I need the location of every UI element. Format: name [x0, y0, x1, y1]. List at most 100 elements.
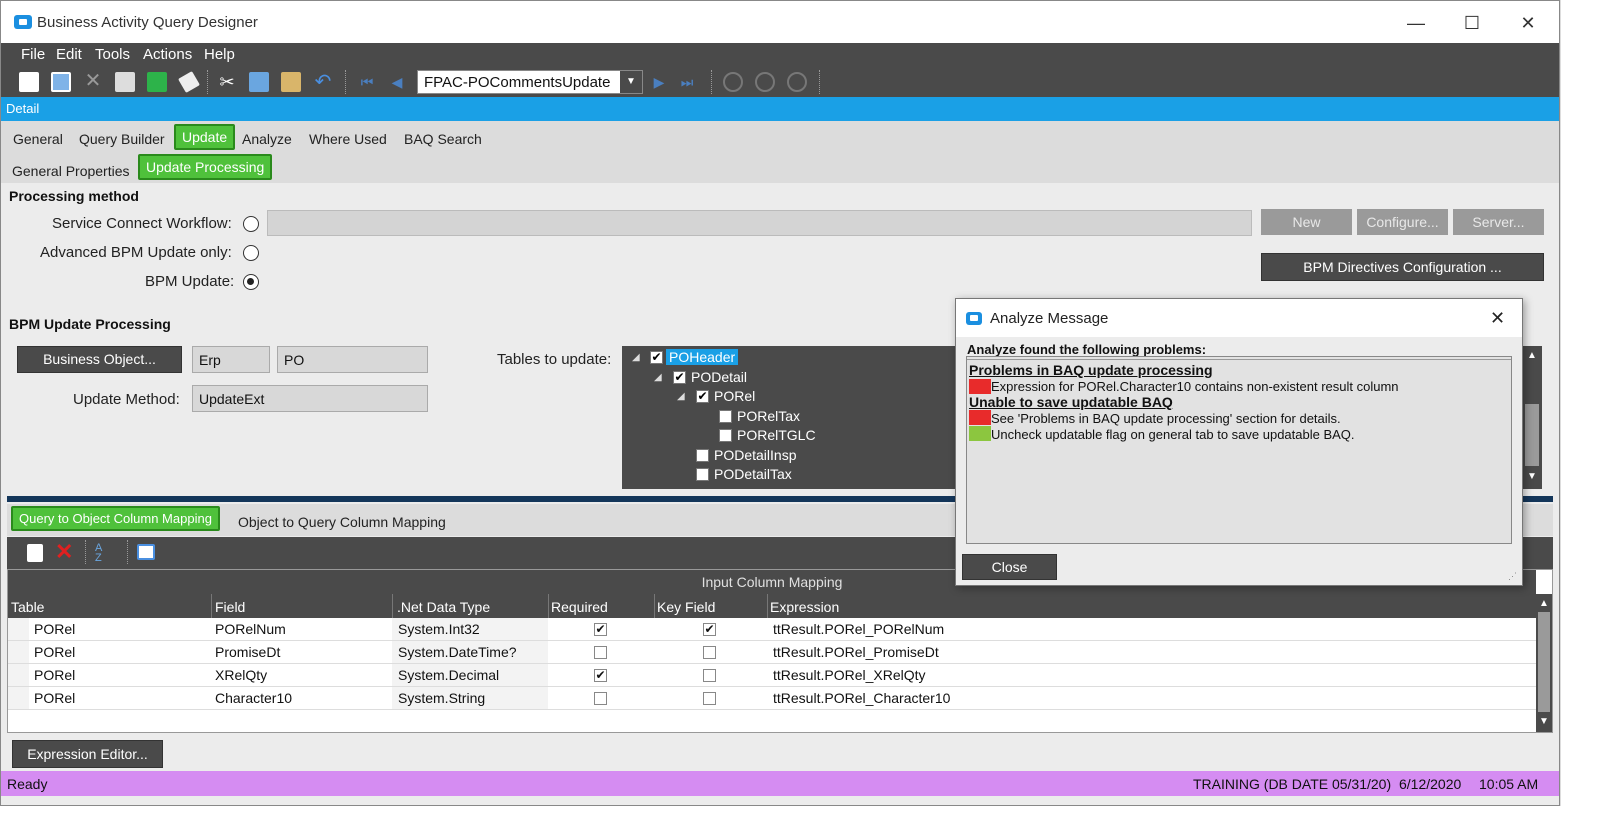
last-record-icon[interactable]: ⏭: [677, 72, 697, 92]
tab-general-properties[interactable]: General Properties: [12, 163, 130, 179]
required-checkbox[interactable]: [594, 646, 607, 659]
edit-grid-icon[interactable]: [137, 544, 155, 560]
tab-query-to-object[interactable]: Query to Object Column Mapping: [11, 506, 220, 531]
tab-general[interactable]: General: [13, 131, 63, 147]
required-checkbox[interactable]: ✔: [594, 669, 607, 682]
tree-checkbox-poreltax[interactable]: [719, 410, 732, 423]
column-header-field[interactable]: Field: [215, 599, 245, 615]
scroll-up-icon[interactable]: ▲: [1539, 598, 1549, 609]
table-row[interactable]: PORel Character10 System.String ttResult…: [8, 687, 1536, 710]
menu-edit[interactable]: Edit: [56, 46, 82, 63]
bpm-update-radio[interactable]: [243, 274, 259, 290]
scroll-thumb[interactable]: [1525, 404, 1539, 466]
collapse-icon[interactable]: ◢: [632, 352, 640, 363]
server-button[interactable]: Server...: [1453, 209, 1544, 235]
tree-node-podetailtax[interactable]: PODetailTax: [714, 466, 792, 482]
tab-object-to-query[interactable]: Object to Query Column Mapping: [238, 514, 446, 530]
menu-help[interactable]: Help: [204, 46, 235, 63]
tab-where-used[interactable]: Where Used: [309, 131, 387, 147]
baq-id-combo[interactable]: FPAC-POCommentsUpdate ▼: [417, 70, 643, 94]
collapse-icon[interactable]: ◢: [654, 372, 662, 383]
dialog-close-button[interactable]: Close: [962, 554, 1057, 580]
tab-query-builder[interactable]: Query Builder: [79, 131, 165, 147]
column-header-key-field[interactable]: Key Field: [657, 599, 715, 615]
key-field-checkbox[interactable]: [703, 646, 716, 659]
row-selector[interactable]: [8, 664, 29, 686]
tab-update-processing[interactable]: Update Processing: [138, 154, 273, 180]
key-field-checkbox[interactable]: [703, 692, 716, 705]
table-row[interactable]: PORel XRelQty System.Decimal ✔ ttResult.…: [8, 664, 1536, 687]
required-checkbox[interactable]: ✔: [594, 623, 607, 636]
paste-icon[interactable]: [281, 72, 301, 92]
tree-checkbox-porel[interactable]: ✔: [696, 390, 709, 403]
maximize-button[interactable]: ☐: [1449, 9, 1495, 37]
prev-record-icon[interactable]: ◀: [387, 72, 407, 92]
cell-expression[interactable]: ttResult.PORel_PromiseDt: [773, 644, 939, 660]
grid-scrollbar[interactable]: ▲ ▼: [1536, 594, 1552, 732]
eraser-icon[interactable]: [178, 71, 200, 93]
bpm-directives-button[interactable]: BPM Directives Configuration ...: [1261, 253, 1544, 281]
resize-grip-icon[interactable]: ⋰: [1508, 571, 1517, 582]
column-header-required[interactable]: Required: [551, 599, 608, 615]
tree-checkbox-podetail[interactable]: ✔: [673, 371, 686, 384]
tab-update[interactable]: Update: [174, 124, 236, 150]
row-selector[interactable]: [8, 618, 29, 640]
collapse-icon[interactable]: ◢: [677, 391, 685, 402]
column-header-table[interactable]: Table: [11, 599, 44, 615]
save-icon[interactable]: [51, 72, 71, 92]
tree-node-podetail[interactable]: PODetail: [691, 369, 747, 385]
column-header-type[interactable]: .Net Data Type: [397, 599, 490, 615]
undo-icon[interactable]: ↶: [313, 72, 333, 92]
tree-checkbox-poreltglc[interactable]: [719, 429, 732, 442]
tab-analyze[interactable]: Analyze: [242, 131, 292, 147]
minimize-button[interactable]: —: [1393, 9, 1439, 37]
home-icon[interactable]: [787, 72, 807, 92]
chevron-down-icon[interactable]: ▼: [620, 71, 642, 93]
key-field-checkbox[interactable]: [703, 669, 716, 682]
tree-checkbox-podetailinsp[interactable]: [696, 449, 709, 462]
refresh-icon[interactable]: [147, 72, 167, 92]
tree-scrollbar[interactable]: ▲ ▼: [1522, 346, 1542, 489]
new-workflow-button[interactable]: New: [1261, 209, 1352, 235]
row-selector[interactable]: [8, 687, 29, 709]
business-object-button[interactable]: Business Object...: [17, 346, 182, 373]
cut-icon[interactable]: ✂: [217, 72, 237, 92]
tree-node-poreltglc[interactable]: PORelTGLC: [737, 427, 816, 443]
scroll-thumb[interactable]: [1538, 612, 1550, 712]
forward-icon[interactable]: [755, 72, 775, 92]
delete-icon[interactable]: ✕: [83, 71, 103, 92]
menu-tools[interactable]: Tools: [95, 46, 130, 63]
first-record-icon[interactable]: ⏮: [357, 72, 377, 92]
advanced-bpm-radio[interactable]: [243, 245, 259, 261]
key-field-checkbox[interactable]: ✔: [703, 623, 716, 636]
menu-actions[interactable]: Actions: [143, 46, 192, 63]
tree-node-podetailinsp[interactable]: PODetailInsp: [714, 447, 796, 463]
sort-icon[interactable]: AZ: [95, 543, 115, 564]
row-selector[interactable]: [8, 641, 29, 663]
column-header-expression[interactable]: Expression: [770, 599, 839, 615]
cell-expression[interactable]: ttResult.PORel_PORelNum: [773, 621, 944, 637]
cell-expression[interactable]: ttResult.PORel_Character10: [773, 690, 950, 706]
tree-checkbox-podetailtax[interactable]: [696, 468, 709, 481]
tab-baq-search[interactable]: BAQ Search: [404, 131, 482, 147]
menu-file[interactable]: File: [21, 46, 45, 63]
tree-node-porel[interactable]: PORel: [714, 388, 755, 404]
scroll-up-icon[interactable]: ▲: [1527, 350, 1537, 361]
scroll-down-icon[interactable]: ▼: [1527, 471, 1537, 482]
required-checkbox[interactable]: [594, 692, 607, 705]
tree-node-poheader[interactable]: POHeader: [666, 349, 739, 365]
new-icon[interactable]: [19, 72, 39, 92]
close-button[interactable]: ✕: [1505, 9, 1551, 37]
clear-icon[interactable]: [115, 72, 135, 92]
tree-node-poreltax[interactable]: PORelTax: [737, 408, 800, 424]
table-row[interactable]: PORel PromiseDt System.DateTime? ttResul…: [8, 641, 1536, 664]
copy-icon[interactable]: [249, 72, 269, 92]
new-row-icon[interactable]: [27, 544, 43, 562]
service-connect-radio[interactable]: [243, 216, 259, 232]
expression-editor-button[interactable]: Expression Editor...: [12, 740, 163, 768]
dialog-close-icon[interactable]: ✕: [1490, 308, 1505, 329]
scroll-down-icon[interactable]: ▼: [1539, 716, 1549, 727]
next-record-icon[interactable]: ▶: [649, 72, 669, 92]
configure-button[interactable]: Configure...: [1357, 209, 1448, 235]
delete-row-icon[interactable]: ✕: [55, 541, 75, 563]
